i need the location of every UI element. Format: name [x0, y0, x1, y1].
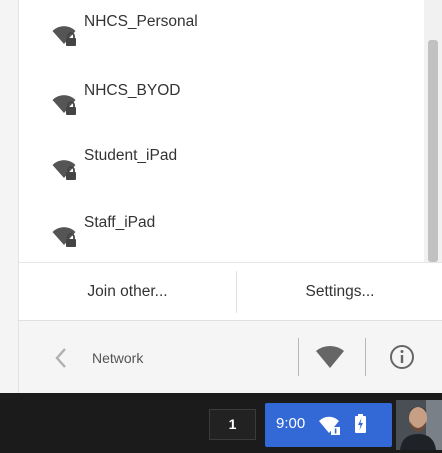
network-name: Student_iPad: [84, 147, 178, 164]
avatar[interactable]: [396, 400, 442, 450]
network-item-student-ipad[interactable]: Student_iPad: [19, 134, 423, 198]
notification-badge[interactable]: 1: [209, 409, 256, 440]
network-name: NHCS_Personal: [84, 13, 198, 30]
info-icon[interactable]: [389, 344, 415, 370]
background-edge: [0, 0, 18, 393]
network-footer: Network: [19, 320, 442, 393]
action-row: Join other... Settings...: [19, 262, 442, 321]
footer-title: Network: [92, 350, 144, 366]
network-panel: NHCS_Personal NHCS_BYOD Student_iPad Sta…: [18, 0, 442, 393]
wifi-locked-icon: [52, 95, 76, 115]
join-other-button[interactable]: Join other...: [19, 263, 236, 321]
network-list-scrollbar[interactable]: [424, 0, 442, 262]
status-area[interactable]: 9:00: [265, 403, 392, 447]
wifi-toggle-icon[interactable]: [315, 343, 345, 371]
shelf: 1 9:00: [0, 393, 442, 453]
network-name: Staff_iPad: [84, 214, 156, 231]
footer-divider: [298, 338, 299, 376]
network-item-nhcs-byod[interactable]: NHCS_BYOD: [19, 69, 423, 133]
wifi-locked-icon: [319, 416, 340, 435]
chevron-left-icon[interactable]: [53, 347, 69, 369]
battery-charging-icon: [355, 414, 366, 433]
clock-time: 9:00: [276, 415, 306, 432]
wifi-locked-icon: [52, 227, 76, 247]
settings-button[interactable]: Settings...: [237, 263, 442, 321]
scrollbar-thumb[interactable]: [428, 40, 438, 262]
wifi-locked-icon: [52, 26, 76, 46]
network-list: NHCS_Personal NHCS_BYOD Student_iPad Sta…: [19, 0, 423, 262]
footer-divider: [365, 338, 366, 376]
wifi-locked-icon: [52, 160, 76, 180]
network-item-staff-ipad[interactable]: Staff_iPad: [19, 201, 423, 265]
network-name: NHCS_BYOD: [84, 82, 181, 99]
network-item-nhcs-personal[interactable]: NHCS_Personal: [19, 0, 423, 64]
